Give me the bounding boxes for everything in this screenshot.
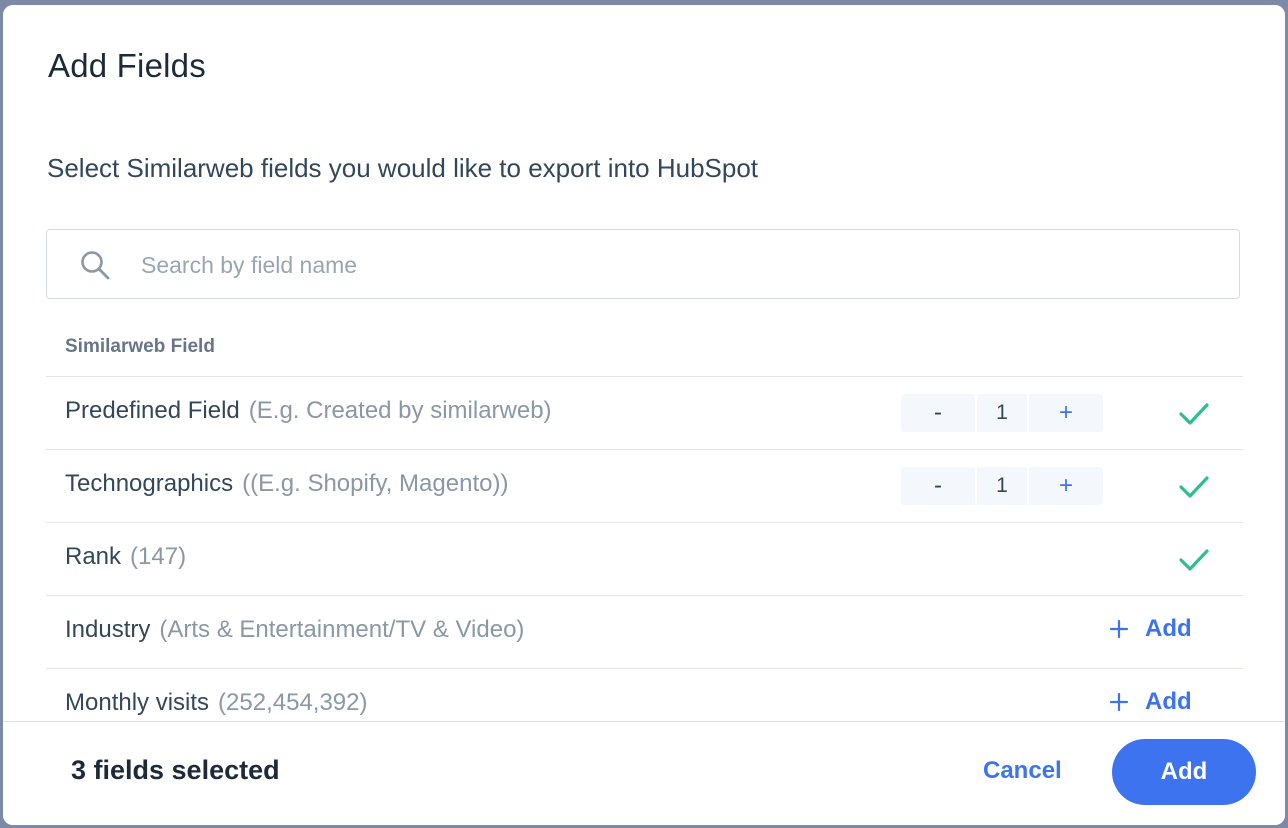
check-icon[interactable] — [1178, 547, 1210, 573]
table-row: Industry (Arts & Entertainment/TV & Video… — [46, 595, 1243, 668]
quantity-stepper: - 1 + — [901, 394, 1103, 432]
stepper-value: 1 — [996, 401, 1008, 424]
add-field-label: Add — [1145, 688, 1192, 715]
field-name: Monthly visits — [65, 689, 210, 716]
search-box — [46, 229, 1240, 299]
table-row: Predefined Field (E.g. Created by similar… — [46, 376, 1243, 449]
cancel-button[interactable]: Cancel — [983, 757, 1062, 785]
field-example: (147) — [130, 543, 187, 570]
decrement-button[interactable]: - — [901, 394, 977, 432]
field-name: Predefined Field — [65, 397, 240, 424]
add-field-button[interactable]: Add — [1109, 615, 1192, 643]
search-input[interactable] — [139, 240, 1223, 290]
add-button[interactable]: Add — [1112, 739, 1256, 805]
decrement-button[interactable]: - — [901, 467, 977, 505]
field-example: (Arts & Entertainment/TV & Video) — [159, 616, 525, 643]
increment-button[interactable]: + — [1027, 467, 1103, 505]
add-field-button[interactable]: Add — [1109, 688, 1192, 716]
stepper-value: 1 — [996, 474, 1008, 497]
add-fields-dialog: Add Fields Select Similarweb fields you … — [3, 5, 1285, 825]
field-name: Industry — [65, 616, 151, 643]
plus-icon — [1109, 692, 1129, 712]
quantity-stepper: - 1 + — [901, 467, 1103, 505]
dialog-footer: 3 fields selected Cancel Add — [3, 721, 1285, 825]
increment-button[interactable]: + — [1027, 394, 1103, 432]
dialog-title: Add Fields — [48, 47, 206, 84]
field-example: (252,454,392) — [218, 689, 368, 716]
add-field-label: Add — [1145, 615, 1192, 642]
field-example: ((E.g. Shopify, Magento)) — [242, 470, 509, 497]
search-icon — [81, 251, 110, 280]
dialog-subtitle: Select Similarweb fields you would like … — [47, 153, 759, 183]
field-name: Rank — [65, 543, 122, 570]
check-icon[interactable] — [1178, 474, 1210, 500]
selected-count: 3 fields selected — [71, 755, 280, 785]
table-row: Technographics ((E.g. Shopify, Magento)) … — [46, 449, 1243, 522]
check-icon[interactable] — [1178, 401, 1210, 427]
field-name: Technographics — [65, 470, 234, 497]
plus-icon — [1109, 619, 1129, 639]
fields-table: Predefined Field (E.g. Created by similar… — [46, 376, 1243, 741]
field-example: (E.g. Created by similarweb) — [248, 397, 552, 424]
table-row: Rank (147) — [46, 522, 1243, 595]
column-header-similarweb-field: Similarweb Field — [65, 336, 215, 357]
